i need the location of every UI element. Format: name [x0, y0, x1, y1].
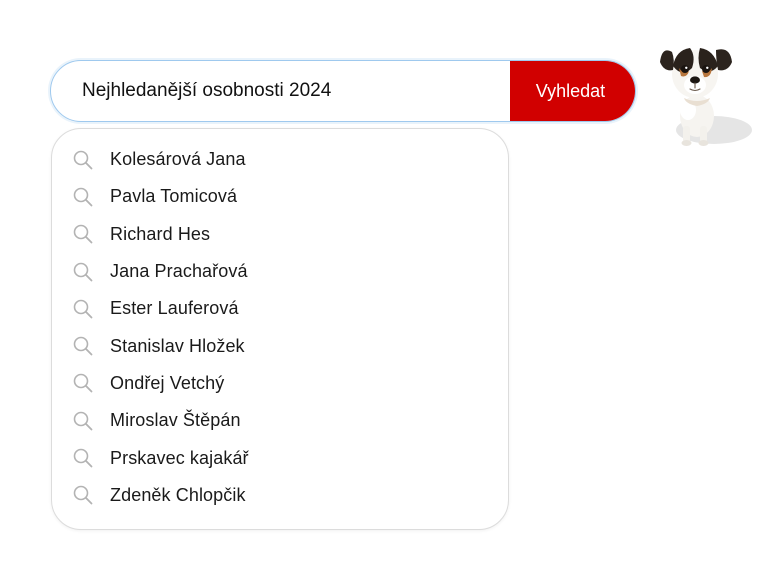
search-icon: [72, 261, 94, 283]
search-icon: [72, 335, 94, 357]
suggestion-item[interactable]: Prskavec kajakář: [52, 439, 508, 476]
suggestion-item[interactable]: Miroslav Štěpán: [52, 402, 508, 439]
search-input[interactable]: [51, 61, 510, 121]
suggestion-label: Ondřej Vetchý: [110, 372, 225, 393]
suggestion-item[interactable]: Ondřej Vetchý: [52, 365, 508, 402]
suggestion-item[interactable]: Kolesárová Jana: [52, 141, 508, 178]
search-icon: [72, 223, 94, 245]
suggestion-label: Kolesárová Jana: [110, 149, 246, 170]
suggestion-label: Prskavec kajakář: [110, 447, 249, 468]
suggestion-label: Ester Lauferová: [110, 298, 239, 319]
search-icon: [72, 298, 94, 320]
suggestions-dropdown: Kolesárová Jana Pavla Tomicová Richard H…: [51, 128, 509, 530]
dog-mascot-icon: [652, 38, 758, 150]
suggestion-label: Miroslav Štěpán: [110, 410, 241, 431]
search-icon: [72, 484, 94, 506]
suggestion-item[interactable]: Richard Hes: [52, 216, 508, 253]
suggestion-label: Zdeněk Chlopčik: [110, 484, 246, 505]
suggestion-item[interactable]: Ester Lauferová: [52, 290, 508, 327]
search-bar: Vyhledat: [50, 60, 636, 122]
search-icon: [72, 149, 94, 171]
search-button[interactable]: Vyhledat: [510, 61, 635, 121]
search-page: Vyhledat Kolesárová Jana Pavla Tomicová …: [0, 0, 768, 576]
suggestion-item[interactable]: Stanislav Hložek: [52, 327, 508, 364]
suggestion-label: Jana Prachařová: [110, 261, 248, 282]
suggestion-item[interactable]: Jana Prachařová: [52, 253, 508, 290]
search-icon: [72, 410, 94, 432]
suggestion-label: Stanislav Hložek: [110, 335, 245, 356]
suggestion-label: Richard Hes: [110, 223, 211, 244]
suggestion-item[interactable]: Zdeněk Chlopčik: [52, 477, 508, 514]
search-icon: [72, 372, 94, 394]
suggestion-item[interactable]: Pavla Tomicová: [52, 178, 508, 215]
search-icon: [72, 447, 94, 469]
search-icon: [72, 186, 94, 208]
suggestion-label: Pavla Tomicová: [110, 186, 238, 207]
